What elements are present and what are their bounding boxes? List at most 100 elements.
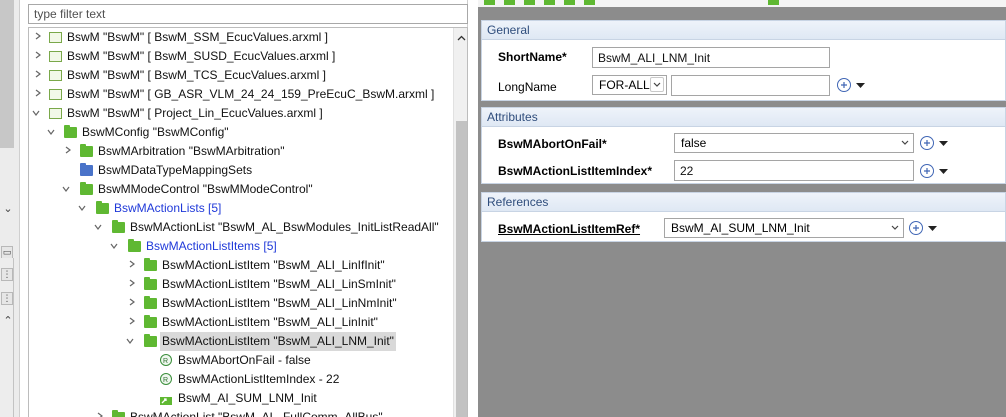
tree-row[interactable]: BswM "BswM" [ BswM_SUSD_EcucValues.arxml… <box>29 47 449 66</box>
tree-row-label: BswMActionListItems [5] <box>146 239 277 253</box>
tree-row[interactable]: BswM "BswM" [ BswM_SSM_EcucValues.arxml … <box>29 28 449 47</box>
collapse-icon[interactable] <box>110 237 120 256</box>
folder-icon <box>144 334 157 347</box>
expand-icon[interactable] <box>33 85 43 104</box>
panel-toolbar-icon-2[interactable]: ⋮ <box>1 292 13 305</box>
tree-row[interactable]: BswMAbortOnFail - false <box>29 351 449 371</box>
collapse-icon[interactable] <box>32 104 42 123</box>
folder-icon <box>64 125 77 138</box>
tree-row[interactable]: BswM "BswM" [ Project_Lin_EcucValues.arx… <box>29 104 449 123</box>
folder-icon <box>144 315 157 328</box>
tree-row[interactable]: BswMActionListItem "BswM_ALI_LinSmInit" <box>29 275 449 294</box>
collapse-icon[interactable] <box>94 218 104 237</box>
tree-row[interactable]: BswM "BswM" [ BswM_TCS_EcucValues.arxml … <box>29 66 449 85</box>
chevron-up-icon[interactable]: ⌃ <box>2 315 14 327</box>
parameter-icon <box>160 371 172 390</box>
tree-row-label: BswMActionListItem "BswM_ALI_LinSmInit" <box>162 277 396 291</box>
attributes-section: Attributes BswMAbortOnFail* false BswMAc… <box>481 107 1006 184</box>
scroll-up-icon[interactable] <box>457 32 466 41</box>
tree-row[interactable]: BswM_AI_SUM_LNM_Init <box>29 389 449 408</box>
module-icon <box>49 89 62 100</box>
section-title: General <box>482 21 1005 40</box>
menu-caret-icon[interactable] <box>856 83 865 89</box>
breadcrumb-icon <box>584 0 595 5</box>
section-title: References <box>482 193 1005 212</box>
general-section: General ShortName* LongName FOR-ALL <box>481 20 1006 101</box>
expand-icon[interactable] <box>127 313 137 332</box>
abort-on-fail-value: false <box>681 136 707 150</box>
expand-icon[interactable] <box>63 142 73 161</box>
collapsed-lower-panel: ⋮ ⋮ ⌃ <box>0 258 14 417</box>
tree-row[interactable]: BswMArbitration "BswMArbitration" <box>29 142 449 161</box>
collapse-icon[interactable] <box>62 180 72 199</box>
breadcrumb-icon <box>504 0 515 5</box>
expand-icon[interactable] <box>127 256 137 275</box>
expand-icon[interactable] <box>33 47 43 66</box>
tree-row-label: BswMActionList "BswM_AL_BswModules_InitL… <box>130 220 439 234</box>
cross-reference-icon[interactable] <box>909 221 923 235</box>
tree-row-label: BswMArbitration "BswMArbitration" <box>98 144 285 158</box>
tree-row-label: BswMActionListItemIndex - 22 <box>178 372 340 386</box>
chevron-down-icon[interactable]: ⌄ <box>2 203 14 215</box>
menu-caret-icon[interactable] <box>939 169 948 175</box>
expand-icon[interactable] <box>127 275 137 294</box>
chevron-down-icon[interactable] <box>650 77 664 92</box>
chevron-down-icon[interactable] <box>897 135 913 151</box>
tree-view-panel: BswM "BswM" [ BswM_SSM_EcucValues.arxml … <box>24 0 468 417</box>
action-list-item-ref-select[interactable]: BswM_AI_SUM_LNM_Init <box>664 218 904 238</box>
tree-row[interactable]: BswM "BswM" [ GB_ASR_VLM_24_24_159_PreEc… <box>29 85 449 104</box>
tree-row[interactable]: BswMConfig "BswMConfig" <box>29 123 449 142</box>
tree-row-label: BswM "BswM" [ Project_Lin_EcucValues.arx… <box>67 106 323 120</box>
language-select[interactable]: FOR-ALL <box>592 75 667 95</box>
scrollbar-thumb[interactable] <box>456 121 467 417</box>
expand-icon[interactable] <box>95 408 105 417</box>
long-name-label: LongName <box>498 80 557 94</box>
tree-row[interactable]: BswMActionListItem "BswM_ALI_LinNmInit" <box>29 294 449 313</box>
collapse-icon[interactable] <box>126 332 136 351</box>
expand-icon[interactable] <box>33 66 43 85</box>
tree-row[interactable]: BswMActionListItems [5] <box>29 237 449 256</box>
tree-row[interactable]: BswMActionLists [5] <box>29 199 449 218</box>
tree-row[interactable]: BswMActionListItem "BswM_ALI_LinIfInit" <box>29 256 449 275</box>
module-icon <box>49 108 62 119</box>
tree-row[interactable]: BswMModeControl "BswMModeControl" <box>29 180 449 199</box>
long-name-input[interactable] <box>671 75 830 96</box>
tree-row-selected[interactable]: BswMActionListItem "BswM_ALI_LNM_Init" <box>29 332 449 351</box>
tree-row-label: BswMConfig "BswMConfig" <box>82 125 229 139</box>
action-list-item-ref-label[interactable]: BswMActionListItemRef* <box>498 222 640 236</box>
tree-row-label: BswMActionListItem "BswM_ALI_LinNmInit" <box>162 296 397 310</box>
cross-reference-icon[interactable] <box>920 136 934 150</box>
collapse-icon[interactable] <box>47 123 57 142</box>
tree-row-label: BswM "BswM" [ BswM_TCS_EcucValues.arxml … <box>67 68 327 82</box>
breadcrumb-icon <box>544 0 555 5</box>
panel-toolbar-icon[interactable]: ⋮ <box>1 268 13 281</box>
breadcrumb-icon <box>564 0 575 5</box>
expand-icon[interactable] <box>33 28 43 47</box>
cross-reference-icon[interactable] <box>837 78 851 92</box>
expand-icon[interactable] <box>127 294 137 313</box>
menu-caret-icon[interactable] <box>928 226 937 232</box>
tree-row[interactable]: BswMActionList "BswM_AL_FullComm_AllBus" <box>29 408 449 417</box>
tree-row[interactable]: BswMActionListItemIndex - 22 <box>29 370 449 390</box>
abort-on-fail-select[interactable]: false <box>674 133 914 153</box>
folder-icon <box>80 163 93 176</box>
tree-row[interactable]: BswMDataTypeMappingSets <box>29 161 449 180</box>
tree-row-label: BswMActionListItem "BswM_ALI_LinInit" <box>162 315 378 329</box>
tree-scrollbar[interactable] <box>453 28 467 417</box>
menu-caret-icon[interactable] <box>939 141 948 147</box>
breadcrumb-icon <box>524 0 535 5</box>
module-icon <box>49 51 62 62</box>
folder-icon <box>96 201 109 214</box>
tree: BswM "BswM" [ BswM_SSM_EcucValues.arxml … <box>28 27 468 417</box>
tree-row-label: BswMActionList "BswM_AL_FullComm_AllBus" <box>130 410 383 417</box>
tree-row-label: BswM "BswM" [ GB_ASR_VLM_24_24_159_PreEc… <box>67 87 435 101</box>
action-list-item-index-input[interactable] <box>674 160 914 181</box>
filter-input[interactable] <box>28 4 468 24</box>
short-name-input[interactable] <box>592 47 830 68</box>
cross-reference-icon[interactable] <box>920 164 934 178</box>
language-select-value: FOR-ALL <box>599 78 650 92</box>
chevron-down-icon[interactable] <box>887 220 903 236</box>
collapse-icon[interactable] <box>78 199 88 218</box>
tree-row[interactable]: BswMActionListItem "BswM_ALI_LinInit" <box>29 313 449 332</box>
tree-row[interactable]: BswMActionList "BswM_AL_BswModules_InitL… <box>29 218 449 237</box>
